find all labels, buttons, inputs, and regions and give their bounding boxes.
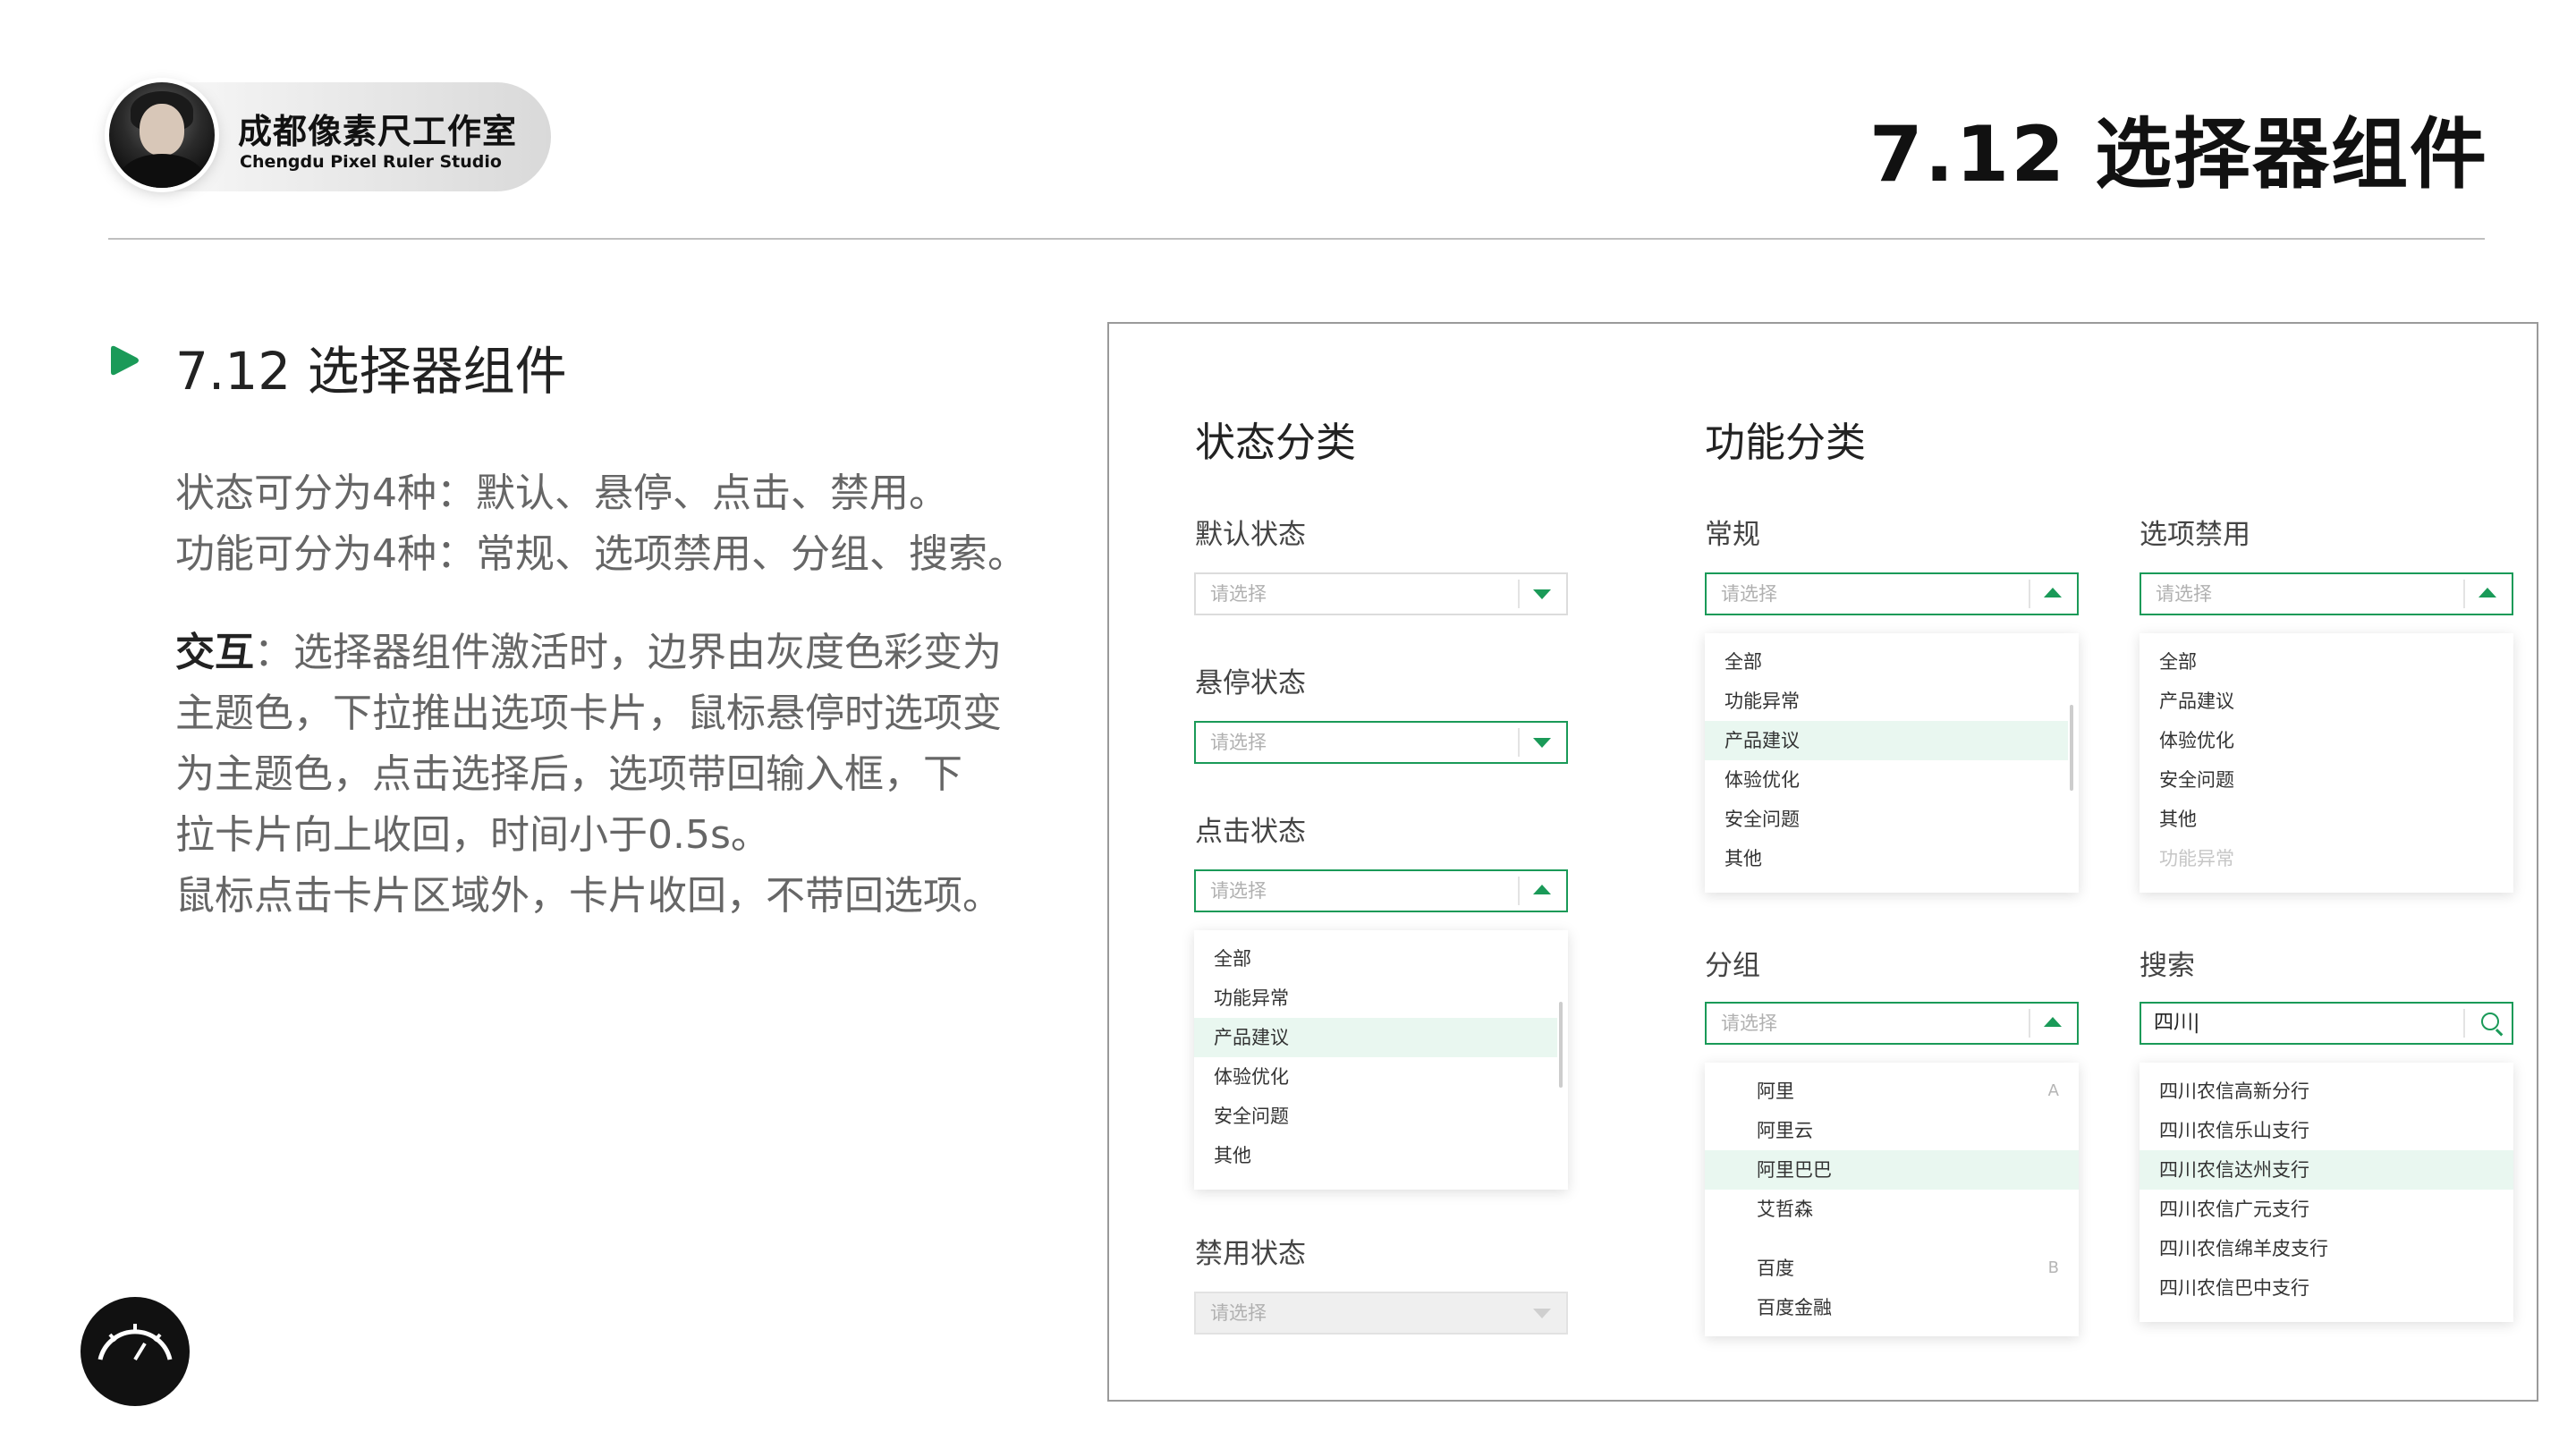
dropdown-option[interactable]: 体验优化 xyxy=(2140,721,2513,760)
dropdown-option[interactable]: 安全问题 xyxy=(1705,800,2079,839)
interaction-line: 为主题色，点击选择后，选项带回输入框，下 xyxy=(175,751,962,797)
page-title: 7.12 选择器组件 xyxy=(1868,110,2488,199)
play-bullet-icon xyxy=(111,345,139,376)
dropdown-option[interactable]: 安全问题 xyxy=(1194,1097,1568,1136)
description-line: 功能可分为4种：常规、选项禁用、分组、搜索。 xyxy=(175,531,1027,577)
chevron-up-icon xyxy=(2044,1017,2062,1027)
dropdown-option-hovered[interactable]: 阿里巴巴 xyxy=(1705,1150,2079,1190)
select-disabled: 请选择 xyxy=(1194,1292,1568,1335)
dropdown-option[interactable]: 百度 xyxy=(1705,1249,2079,1288)
dropdown-option-hovered[interactable]: 产品建议 xyxy=(1194,1018,1557,1057)
dropdown-option[interactable]: 体验优化 xyxy=(1194,1057,1568,1097)
dropdown-option[interactable]: 阿里 xyxy=(1705,1072,2079,1111)
search-result[interactable]: 四川农信绵羊皮支行 xyxy=(2140,1229,2513,1268)
search-result[interactable]: 四川农信巴中支行 xyxy=(2140,1268,2513,1308)
dropdown-option[interactable]: 百度金融 xyxy=(1705,1288,2079,1327)
dropdown-card: 全部 产品建议 体验优化 安全问题 其他 功能异常 xyxy=(2140,633,2513,893)
chevron-down-icon xyxy=(1533,1309,1551,1318)
group-letter: B xyxy=(2047,1258,2059,1277)
disabled-state-label: 禁用状态 xyxy=(1195,1238,1306,1270)
dropdown-option[interactable]: 全部 xyxy=(2140,642,2513,682)
search-result[interactable]: 四川农信广元支行 xyxy=(2140,1190,2513,1229)
normal-label: 常规 xyxy=(1705,519,1760,551)
hover-state-label: 悬停状态 xyxy=(1195,667,1306,699)
scrollbar[interactable] xyxy=(1559,1002,1563,1088)
dropdown-option[interactable]: 其他 xyxy=(1705,839,2079,878)
chevron-up-icon xyxy=(2479,588,2496,597)
dropdown-option[interactable]: 功能异常 xyxy=(1705,682,2079,721)
select-hover[interactable]: 请选择 xyxy=(1194,721,1568,764)
dropdown-option[interactable]: 功能异常 xyxy=(1194,979,1568,1018)
dropdown-option[interactable]: 全部 xyxy=(1194,939,1568,979)
dropdown-card: 全部 功能异常 产品建议 体验优化 安全问题 其他 xyxy=(1705,633,2079,893)
header-divider xyxy=(108,238,2485,240)
grouped-dropdown-card: 阿里 A 阿里云 阿里巴巴 艾哲森 百度 B 百度金融 xyxy=(1705,1063,2079,1336)
search-results-card: 四川农信高新分行 四川农信乐山支行 四川农信达州支行 四川农信广元支行 四川农信… xyxy=(2140,1063,2513,1322)
search-result[interactable]: 四川农信高新分行 xyxy=(2140,1072,2513,1111)
dropdown-option[interactable]: 其他 xyxy=(1194,1136,1568,1175)
section-title: 7.12 选择器组件 xyxy=(175,341,567,402)
group-letter: A xyxy=(2047,1081,2059,1100)
search-select-input[interactable]: 四川| xyxy=(2140,1002,2513,1045)
chevron-up-icon xyxy=(1533,885,1551,894)
chevron-down-icon xyxy=(1533,589,1551,599)
search-label: 搜索 xyxy=(2140,950,2195,982)
dropdown-option[interactable]: 全部 xyxy=(1705,642,2079,682)
click-state-label: 点击状态 xyxy=(1195,816,1306,848)
dropdown-option[interactable]: 阿里云 xyxy=(1705,1111,2079,1150)
default-state-label: 默认状态 xyxy=(1195,519,1306,551)
option-disabled-label: 选项禁用 xyxy=(2140,519,2250,551)
description-line: 状态可分为4种：默认、悬停、点击、禁用。 xyxy=(175,470,948,516)
studio-name-en: Chengdu Pixel Ruler Studio xyxy=(240,152,502,172)
interaction-line: 主题色，下拉推出选项卡片，鼠标悬停时选项变 xyxy=(175,691,1002,736)
dropdown-option[interactable]: 体验优化 xyxy=(1705,760,2079,800)
pixel-ruler-logo xyxy=(80,1297,190,1406)
search-result-hovered[interactable]: 四川农信达州支行 xyxy=(2140,1150,2513,1190)
dropdown-card: 全部 功能异常 产品建议 体验优化 安全问题 其他 xyxy=(1194,930,1568,1190)
scrollbar[interactable] xyxy=(2070,705,2073,791)
dropdown-option-hovered[interactable]: 产品建议 xyxy=(1705,721,2068,760)
dropdown-option[interactable]: 艾哲森 xyxy=(1705,1190,2079,1229)
select-option-disabled[interactable]: 请选择 xyxy=(2140,572,2513,615)
avatar xyxy=(109,82,215,188)
select-normal[interactable]: 请选择 xyxy=(1705,572,2079,615)
dropdown-option[interactable]: 其他 xyxy=(2140,800,2513,839)
dropdown-option[interactable]: 产品建议 xyxy=(2140,682,2513,721)
interaction-line: 交互：选择器组件激活时，边界由灰度色彩变为 xyxy=(175,630,1002,675)
studio-name: 成都像素尺工作室 xyxy=(238,112,518,151)
interaction-label: 交互 xyxy=(175,630,254,675)
interaction-line: 拉卡片向上收回，时间小于0.5s。 xyxy=(175,812,770,858)
state-category-heading: 状态分类 xyxy=(1195,419,1357,466)
function-category-heading: 功能分类 xyxy=(1705,419,1867,466)
dropdown-option-disabled: 功能异常 xyxy=(2159,848,2234,869)
select-default[interactable]: 请选择 xyxy=(1194,572,1568,615)
interaction-line: 鼠标点击卡片区域外，卡片收回，不带回选项。 xyxy=(175,873,1002,919)
search-icon[interactable] xyxy=(2481,1013,2499,1030)
dropdown-option[interactable]: 安全问题 xyxy=(2140,760,2513,800)
group-label: 分组 xyxy=(1705,950,1760,982)
select-clicked[interactable]: 请选择 xyxy=(1194,869,1568,912)
chevron-up-icon xyxy=(2044,588,2062,597)
chevron-down-icon xyxy=(1533,738,1551,748)
search-result[interactable]: 四川农信乐山支行 xyxy=(2140,1111,2513,1150)
select-group[interactable]: 请选择 xyxy=(1705,1002,2079,1045)
